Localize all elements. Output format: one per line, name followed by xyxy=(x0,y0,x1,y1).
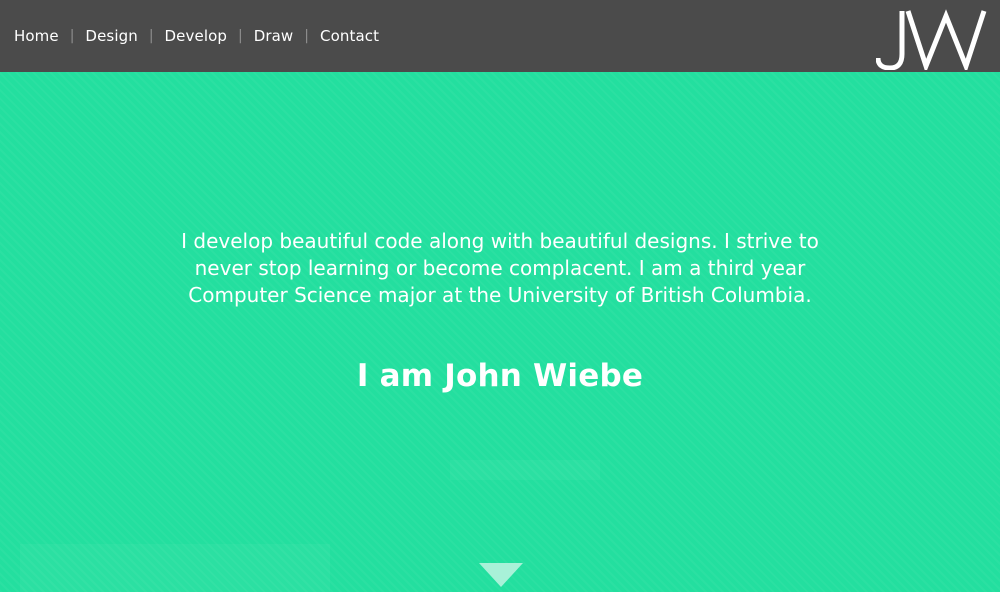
nav-separator: | xyxy=(69,28,75,44)
nav-home-label[interactable]: Home xyxy=(14,27,59,45)
nav-develop-label[interactable]: Develop xyxy=(165,27,227,45)
nav-item-develop[interactable]: Develop xyxy=(165,27,227,45)
nav-draw-label[interactable]: Draw xyxy=(254,27,294,45)
page: Home | Design | Develop | Draw | Contact xyxy=(0,0,1000,592)
nav-separator: | xyxy=(304,28,309,44)
nav-item-home[interactable]: Home xyxy=(14,27,59,45)
nav-design-label[interactable]: Design xyxy=(85,27,137,45)
nav-contact-label[interactable]: Contact xyxy=(320,27,379,45)
triangle-down-icon[interactable] xyxy=(479,563,523,587)
page-title: I am John Wiebe xyxy=(356,358,644,394)
background-shape xyxy=(20,544,330,592)
nav-separator: | xyxy=(237,28,243,44)
nav-menu: Home | Design | Develop | Draw | Contact xyxy=(14,0,379,72)
nav-item-contact[interactable]: Contact xyxy=(320,27,379,45)
nav-separator: | xyxy=(148,28,154,44)
jw-monogram-logo[interactable] xyxy=(876,8,988,70)
background-shape xyxy=(450,460,600,480)
navbar: Home | Design | Develop | Draw | Contact xyxy=(0,0,1000,72)
intro-text: I develop beautiful code along with beau… xyxy=(181,229,819,307)
nav-item-design[interactable]: Design xyxy=(85,27,137,45)
nav-item-draw[interactable]: Draw xyxy=(254,27,294,45)
hero-section: I develop beautiful code along with beau… xyxy=(0,72,1000,592)
